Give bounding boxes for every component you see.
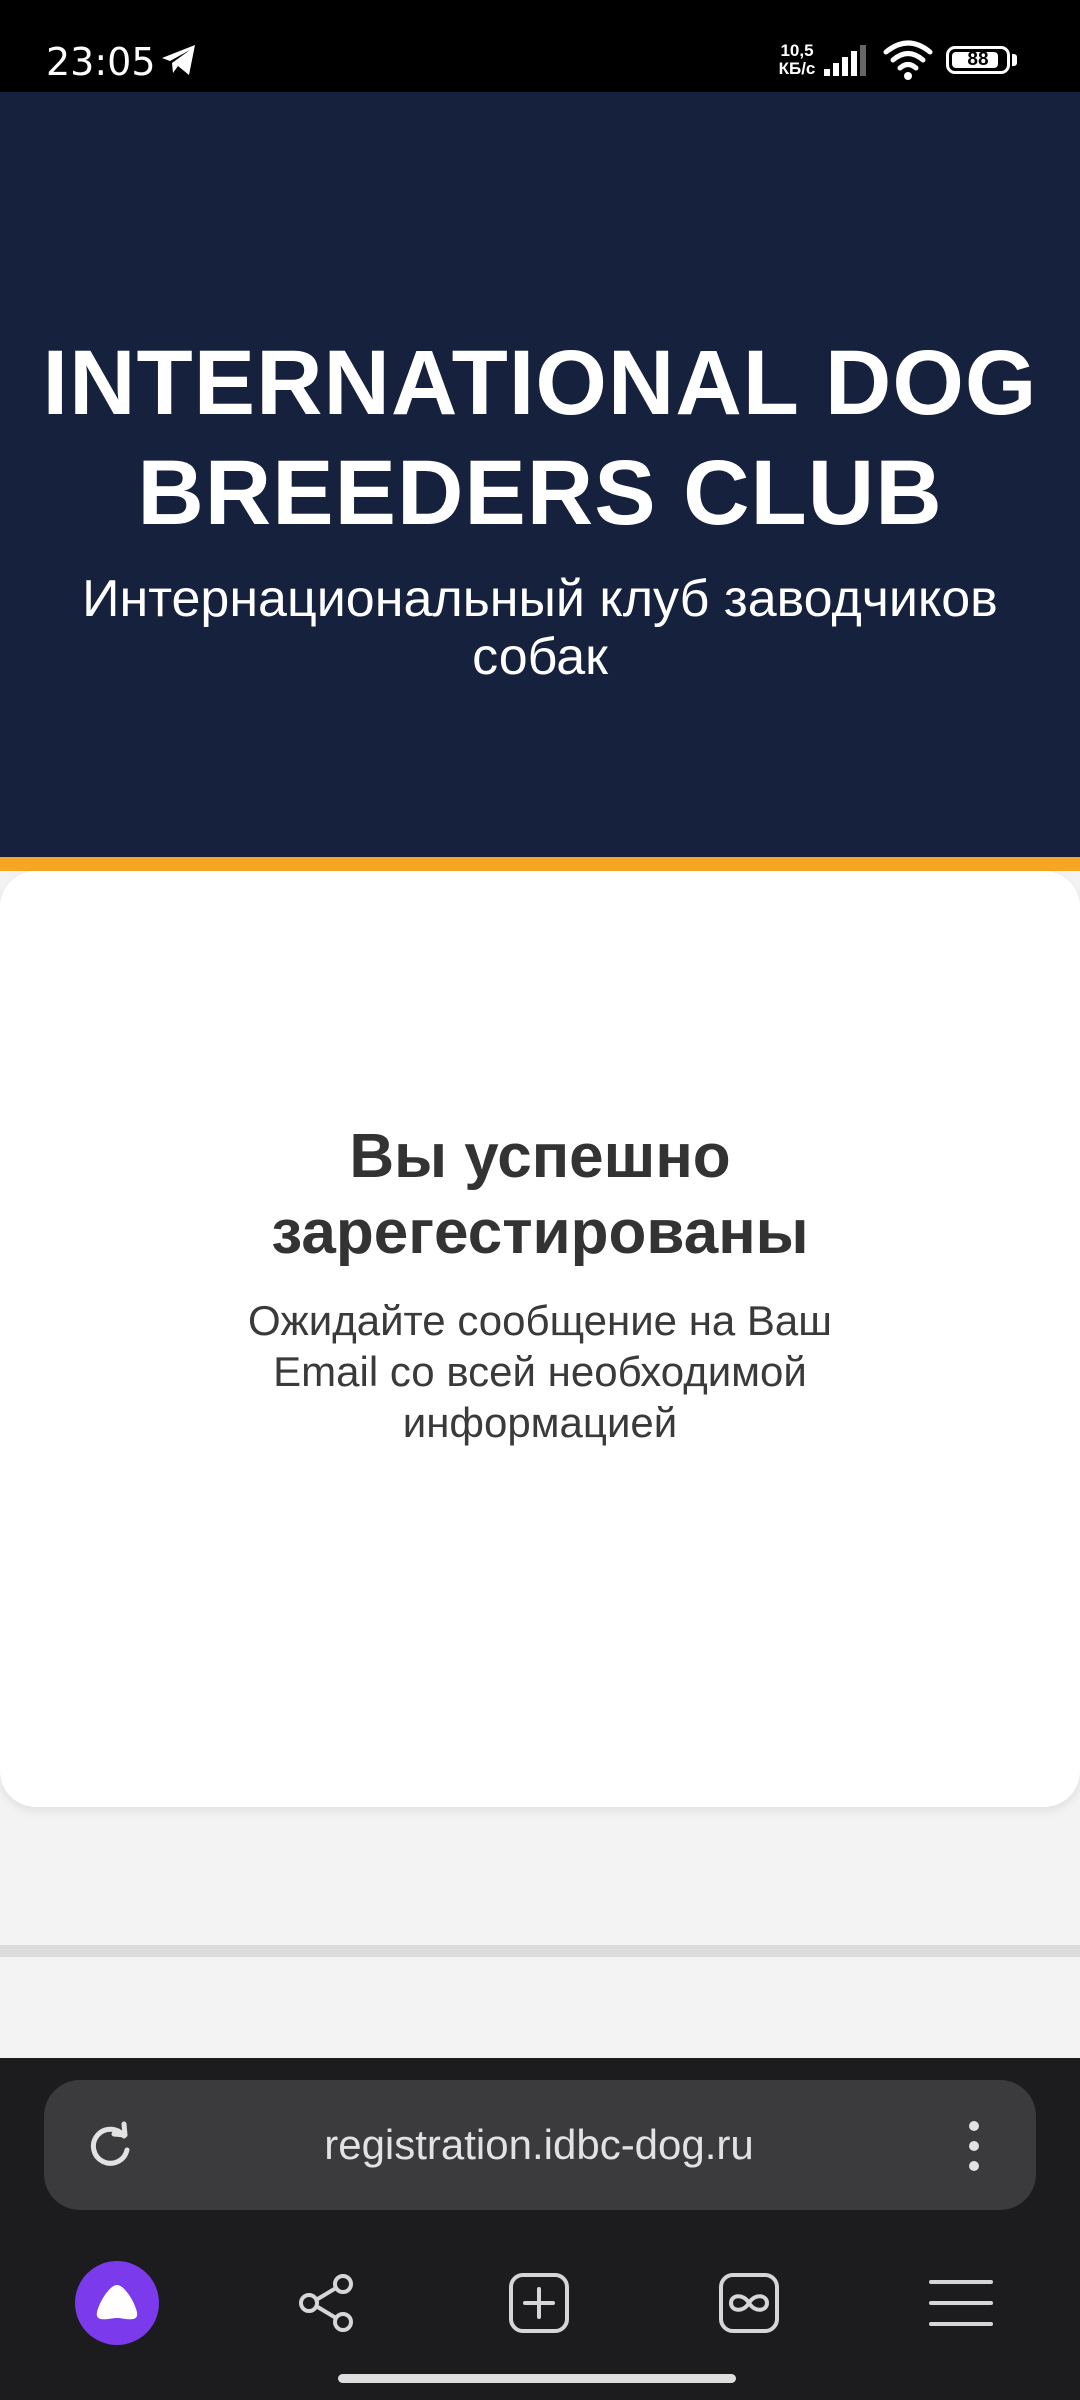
menu-button[interactable] <box>896 2248 1026 2358</box>
tabs-button[interactable] <box>684 2248 814 2358</box>
menu-icon <box>929 2280 993 2326</box>
new-tab-icon <box>509 2273 569 2333</box>
reload-icon[interactable] <box>84 2120 136 2172</box>
battery-icon: 88 <box>946 46 1010 74</box>
alice-icon <box>75 2261 159 2345</box>
network-speed-value: 10,5 <box>780 41 814 60</box>
network-speed: 10,5 КБ/с <box>774 42 820 78</box>
hero-subtitle: Интернациональный клуб заводчиков собак <box>82 570 998 686</box>
success-message: Ожидайте сообщение на Ваш Email со всей … <box>247 1297 832 1446</box>
share-icon <box>299 2274 353 2332</box>
address-bar[interactable]: registration.idbc-dog.ru <box>44 2080 1036 2210</box>
network-speed-unit: КБ/с <box>778 59 816 78</box>
url-text[interactable]: registration.idbc-dog.ru <box>194 2120 884 2170</box>
telegram-icon <box>162 45 195 75</box>
success-heading: Вы успешно зарегестированы <box>271 1122 809 1267</box>
battery-level: 88 <box>967 49 989 70</box>
new-tab-button[interactable] <box>474 2248 604 2358</box>
hero-title: INTERNATIONAL DOG BREEDERS CLUB <box>42 332 1038 544</box>
hero-banner: INTERNATIONAL DOG BREEDERS CLUB Интернац… <box>0 92 1080 857</box>
tabs-icon <box>719 2273 779 2333</box>
status-bar: 23:05 10,5 КБ/с 88 <box>0 0 1080 92</box>
status-time: 23:05 <box>46 40 156 84</box>
wifi-icon <box>883 40 933 80</box>
battery-tip <box>1012 54 1017 66</box>
browser-bottom-bar: registration.idbc-dog.ru <box>0 2058 1080 2400</box>
alice-assistant-button[interactable] <box>52 2248 182 2358</box>
signal-icon <box>824 45 866 76</box>
home-indicator[interactable] <box>338 2374 736 2383</box>
hero-accent-stripe <box>0 857 1080 871</box>
registration-success-card: Вы успешно зарегестированы Ожидайте сооб… <box>0 871 1080 1807</box>
more-options-icon[interactable] <box>964 2118 984 2174</box>
page-divider <box>0 1945 1080 1957</box>
share-button[interactable] <box>262 2248 392 2358</box>
